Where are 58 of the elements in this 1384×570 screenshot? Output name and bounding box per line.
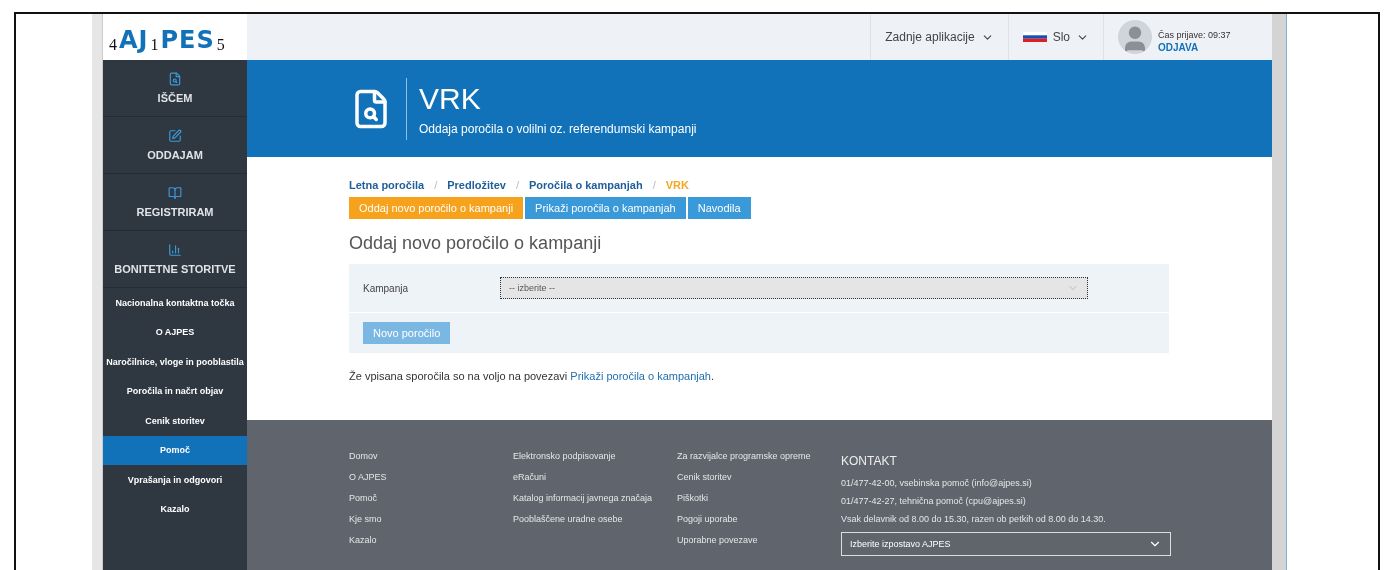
logo-text: PES	[160, 26, 215, 54]
contact-line: Vsak delavnik od 8.00 do 15.30, razen ob petkih od 8.00 do 14.30.	[841, 514, 1107, 524]
contact-line: 01/477-42-00, vsebinska pomoč (info@ajpes.si)	[841, 478, 1033, 488]
flag-icon	[1022, 32, 1047, 42]
field-label: Kampanja	[363, 282, 410, 294]
breadcrumb-separator: /	[434, 179, 438, 191]
footer-link[interactable]: Kazalo	[349, 534, 513, 546]
breadcrumb-link[interactable]: Predložitev	[447, 179, 506, 191]
sidebar-item[interactable]: Cenik storitev	[103, 406, 247, 436]
logout-link[interactable]: ODJAVA	[1158, 41, 1231, 53]
footer-link[interactable]: eRačuni	[513, 471, 677, 483]
footer-link[interactable]: Uporabne povezave	[677, 534, 841, 546]
sidebar-item[interactable]: Naročilnice, vloge in pooblastila	[103, 347, 247, 377]
footer-link[interactable]: Piškotki	[677, 492, 841, 504]
breadcrumb-link[interactable]: Letna poročila	[349, 179, 425, 191]
sidebar-item[interactable]: O AJPES	[103, 317, 247, 347]
sidebar-item[interactable]: Poročila in načrt objav	[103, 376, 247, 406]
footer-link[interactable]: Pomoč	[349, 492, 513, 504]
page-title: VRK	[419, 81, 482, 116]
language-menu[interactable]: Slo	[1022, 30, 1089, 44]
campaign-select[interactable]: -- izberite --	[500, 277, 1088, 299]
footer-link[interactable]: Za razvijalce programske opreme	[677, 450, 841, 462]
breadcrumb-link[interactable]: Poročila o kampanjah	[529, 179, 643, 191]
search-icon	[168, 72, 182, 86]
login-time: Čas prijave: 09:37	[1158, 29, 1231, 40]
branch-select[interactable]: Izberite izpostavo AJPES	[841, 532, 1171, 556]
contact-title: KONTAKT	[841, 454, 898, 468]
footer-link[interactable]: Domov	[349, 450, 513, 462]
scrollbar[interactable]	[1272, 14, 1287, 570]
callout-number: 5	[216, 36, 225, 54]
info-text: Že vpisana sporočila so na voljo na povezavi Prikaži poročila o kampanjah.	[349, 370, 716, 382]
breadcrumb-separator: /	[515, 179, 519, 191]
footer-link[interactable]: Katalog informacij javnega značaja	[513, 492, 677, 504]
recent-apps-menu[interactable]: Zadnje aplikacije	[885, 30, 994, 44]
page-subtitle: Oddaja poročila o volilni oz. referendumski kampanji	[419, 121, 697, 136]
footer-link[interactable]: Pooblaščene uradne osebe	[513, 513, 677, 525]
edit-icon	[168, 129, 182, 143]
sidebar-item[interactable]: Pomoč	[103, 435, 247, 465]
breadcrumb-separator: /	[652, 179, 656, 191]
reports-link[interactable]: Prikaži poročila o kampanjah	[570, 370, 711, 382]
footer-link[interactable]: Elektronsko podpisovanje	[513, 450, 677, 462]
callout-number: 4	[109, 36, 117, 54]
footer-link[interactable]: Cenik storitev	[677, 471, 841, 483]
action-button[interactable]: Prikaži poročila o kampanjah	[525, 197, 686, 219]
sidebar-item[interactable]: Kazalo	[103, 494, 247, 524]
logo-text: AJ	[119, 26, 149, 54]
section-heading: Oddaj novo poročilo o kampanji	[349, 233, 603, 254]
action-button[interactable]: Navodila	[687, 197, 751, 219]
footer-link[interactable]: Kje smo	[349, 513, 513, 525]
callout-number: 1	[150, 36, 159, 54]
chart-icon	[168, 243, 182, 257]
sidebar-item[interactable]: Vprašanja in odgovori	[103, 465, 247, 495]
footer-link[interactable]: O AJPES	[349, 471, 513, 483]
footer-link[interactable]: Pogoji uporabe	[677, 513, 841, 525]
book-icon	[168, 186, 182, 200]
avatar-icon	[1118, 20, 1152, 54]
sidebar-item[interactable]: Nacionalna kontaktna točka	[103, 288, 247, 318]
contact-line: 01/477-42-27, tehnična pomoč (cpu@ajpes.si)	[841, 496, 1027, 506]
